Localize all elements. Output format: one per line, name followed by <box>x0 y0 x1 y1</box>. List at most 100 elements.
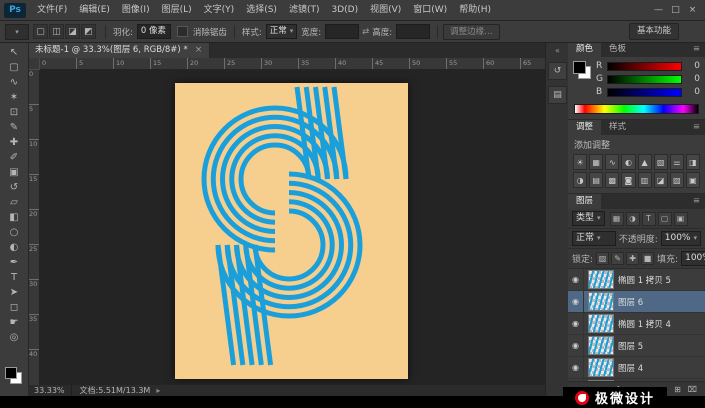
selection-mode-icon[interactable]: ◪ <box>65 24 80 39</box>
ruler-origin[interactable] <box>28 58 40 70</box>
zoom-level[interactable]: 33.33% <box>28 385 72 396</box>
opacity-select[interactable]: 100% ▾ <box>660 231 701 246</box>
tab-styles[interactable]: 样式 <box>601 120 634 135</box>
tool-button[interactable]: ↺ <box>2 180 26 195</box>
swap-dimensions-icon[interactable]: ⇄ <box>362 27 369 37</box>
tool-button[interactable]: ∿ <box>2 75 26 90</box>
tool-button[interactable]: ○ <box>2 225 26 240</box>
tool-button[interactable]: ◻ <box>2 300 26 315</box>
adjustment-icon[interactable]: ◑ <box>573 172 588 188</box>
close-button[interactable]: × <box>684 0 701 20</box>
layer-row[interactable]: ◉ 图层 6 <box>568 291 705 313</box>
foreground-color-swatch[interactable] <box>5 367 17 379</box>
menu-item[interactable]: 视图(V) <box>364 0 407 20</box>
layer-kind-filter-icon[interactable]: ▣ <box>673 211 688 226</box>
width-input[interactable] <box>325 24 360 39</box>
tab-swatches[interactable]: 色板 <box>601 42 634 57</box>
tool-button[interactable]: ◎ <box>2 330 26 345</box>
adjustment-icon[interactable]: ∿ <box>605 154 620 170</box>
layer-kind-filter-icon[interactable]: ▢ <box>657 211 672 226</box>
lock-icon[interactable]: ✎ <box>611 252 625 265</box>
foreground-color-swatch[interactable] <box>573 61 586 74</box>
menu-item[interactable]: 选择(S) <box>240 0 283 20</box>
layer-kind-filter-icon[interactable]: T <box>641 211 656 226</box>
lock-icon[interactable]: ✚ <box>626 252 640 265</box>
tool-preset-picker[interactable]: ▾ <box>5 23 29 40</box>
layer-visibility-toggle[interactable]: ◉ <box>568 357 584 378</box>
layer-visibility-toggle[interactable]: ◉ <box>568 269 584 290</box>
collapse-dock-icon[interactable]: « <box>555 46 560 56</box>
artboard[interactable] <box>175 83 408 379</box>
tool-button[interactable]: ↖ <box>2 45 26 60</box>
layer-visibility-toggle[interactable]: ◉ <box>568 291 584 312</box>
dock-panel-icon[interactable]: ↺ <box>548 62 567 80</box>
document-tab[interactable]: 未标题-1 @ 33.3%(图层 6, RGB/8#) * × <box>28 42 211 58</box>
adjustment-icon[interactable]: ▥ <box>637 172 652 188</box>
layer-visibility-toggle[interactable]: ◉ <box>568 313 584 334</box>
adjustment-icon[interactable]: ◪ <box>653 172 668 188</box>
menu-item[interactable]: 窗口(W) <box>407 0 453 20</box>
layer-footer-icon[interactable]: ⊞ <box>674 385 681 394</box>
tool-button[interactable]: ✶ <box>2 90 26 105</box>
blend-mode-select[interactable]: 正常 ▾ <box>572 231 616 246</box>
tool-button[interactable]: ✐ <box>2 150 26 165</box>
adjustment-icon[interactable]: ◐ <box>621 154 636 170</box>
adjustment-icon[interactable]: ▧ <box>653 154 668 170</box>
tool-button[interactable]: ◧ <box>2 210 26 225</box>
layer-visibility-toggle[interactable]: ◉ <box>568 335 584 356</box>
adjustment-icon[interactable]: ☀ <box>573 154 588 170</box>
tool-button[interactable]: ➤ <box>2 285 26 300</box>
workspace-switcher[interactable]: 基本功能 <box>628 23 679 40</box>
tool-button[interactable]: ☛ <box>2 315 26 330</box>
channel-slider[interactable] <box>607 61 682 71</box>
adjustment-icon[interactable]: ◨ <box>685 154 700 170</box>
tool-button[interactable]: ✚ <box>2 135 26 150</box>
menu-item[interactable]: 文字(Y) <box>198 0 241 20</box>
menu-item[interactable]: 图层(L) <box>156 0 198 20</box>
panel-menu-icon[interactable]: ≡ <box>688 194 705 209</box>
tool-button[interactable]: T <box>2 270 26 285</box>
tool-button[interactable]: ▢ <box>2 60 26 75</box>
adjustment-icon[interactable]: ▣ <box>685 172 700 188</box>
layer-filter-select[interactable]: 类型 ▾ <box>572 211 605 226</box>
tool-button[interactable]: ⊡ <box>2 105 26 120</box>
tab-color[interactable]: 颜色 <box>568 42 602 57</box>
antialias-checkbox[interactable] <box>176 26 188 37</box>
dock-panel-icon[interactable]: ▤ <box>548 86 567 104</box>
channel-slider[interactable] <box>607 87 682 97</box>
color-spectrum-bar[interactable] <box>574 104 699 114</box>
feather-input[interactable]: 0 像素 <box>136 24 171 39</box>
refine-edge-button[interactable]: 调整边缘… <box>443 23 500 40</box>
layer-row[interactable]: ◉ 椭圆 1 拷贝 4 <box>568 313 705 335</box>
adjustment-icon[interactable]: ▤ <box>589 172 604 188</box>
menu-item[interactable]: 3D(D) <box>325 0 364 20</box>
selection-mode-icon[interactable]: ◩ <box>81 24 96 39</box>
tab-adjustments[interactable]: 调整 <box>568 120 602 135</box>
layer-footer-icon[interactable]: ⌧ <box>688 385 697 394</box>
foreground-background-swatches[interactable] <box>573 61 591 79</box>
adjustment-icon[interactable]: ▩ <box>605 172 620 188</box>
layer-row[interactable]: ◉ 图层 5 <box>568 335 705 357</box>
maximize-button[interactable]: □ <box>667 0 684 20</box>
channel-slider[interactable] <box>607 74 682 84</box>
adjustment-icon[interactable]: ⚌ <box>669 154 684 170</box>
adjustment-icon[interactable]: ▦ <box>589 154 604 170</box>
tool-button[interactable]: ✎ <box>2 120 26 135</box>
layer-row[interactable]: ◉ 图层 4 <box>568 357 705 379</box>
close-tab-icon[interactable]: × <box>195 42 203 58</box>
layer-row[interactable]: ◉ 椭圆 1 拷贝 5 <box>568 269 705 291</box>
layer-kind-filter-icon[interactable]: ▦ <box>609 211 624 226</box>
status-options-arrow[interactable]: ▸ <box>156 386 160 395</box>
layer-kind-filter-icon[interactable]: ◑ <box>625 211 640 226</box>
panel-menu-icon[interactable]: ≡ <box>688 120 705 135</box>
menu-item[interactable]: 图像(I) <box>116 0 156 20</box>
style-select[interactable]: 正常 ▾ <box>265 24 298 39</box>
tab-layers[interactable]: 图层 <box>568 194 602 209</box>
tool-button[interactable]: ▱ <box>2 195 26 210</box>
adjustment-icon[interactable]: ◙ <box>621 172 636 188</box>
lock-icon[interactable]: ▨ <box>596 252 610 265</box>
panel-menu-icon[interactable]: ≡ <box>688 42 705 57</box>
lock-icon[interactable]: ■ <box>641 252 655 265</box>
tool-button[interactable]: ✒ <box>2 255 26 270</box>
tool-button[interactable]: ◐ <box>2 240 26 255</box>
